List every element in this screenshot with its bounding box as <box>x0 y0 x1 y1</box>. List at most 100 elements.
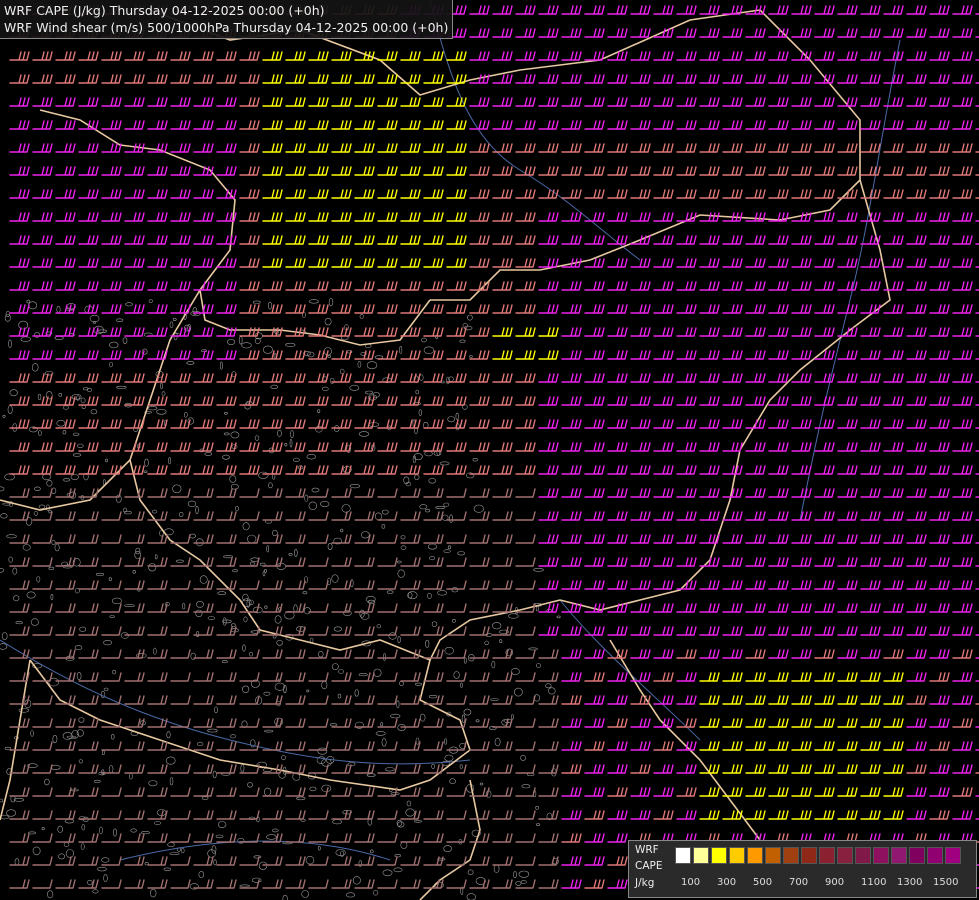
wind-barb <box>101 189 122 199</box>
wind-barb <box>929 465 950 475</box>
wind-barb <box>538 442 559 452</box>
terrain-contour <box>333 626 343 632</box>
terrain-contour <box>78 717 85 723</box>
legend-unit-label: J/kg <box>635 877 655 889</box>
wind-barb <box>630 212 651 222</box>
terrain-contour <box>499 639 503 643</box>
wind-barb <box>906 281 927 291</box>
wind-barb <box>32 350 53 360</box>
wind-barb <box>193 695 214 705</box>
wind-barb <box>814 166 835 176</box>
terrain-contour <box>48 509 52 514</box>
wind-barb <box>561 189 582 199</box>
terrain-contour <box>154 554 158 560</box>
terrain-contour <box>242 685 250 693</box>
terrain-contour <box>113 828 118 837</box>
wind-barb <box>400 603 421 613</box>
wind-barb <box>101 74 122 84</box>
wind-barb <box>699 281 720 291</box>
terrain-contour <box>444 738 448 745</box>
wind-barb <box>446 465 467 475</box>
wind-barb <box>561 51 582 61</box>
wind-barb <box>469 465 490 475</box>
wind-barb <box>607 856 628 866</box>
wind-barb <box>354 281 375 291</box>
wind-barb <box>952 764 973 774</box>
wind-barb <box>607 5 628 15</box>
terrain-contour <box>274 682 285 691</box>
wind-barb <box>538 281 559 291</box>
wind-barb <box>193 51 214 61</box>
wind-barb <box>262 649 283 659</box>
wind-barb <box>676 511 697 521</box>
terrain-contour <box>72 453 82 457</box>
wind-barb <box>515 626 536 636</box>
terrain-contour <box>331 574 339 583</box>
wind-barb <box>170 856 191 866</box>
terrain-contour <box>97 329 108 333</box>
wind-barb <box>262 304 283 314</box>
wind-barb <box>860 28 881 38</box>
terrain-contour <box>213 859 217 866</box>
terrain-contour <box>74 645 83 651</box>
wind-barb <box>584 97 605 107</box>
wind-barb <box>239 488 260 498</box>
legend-tick-label: 100 <box>681 877 701 888</box>
wind-barb <box>354 373 375 383</box>
wind-barb <box>515 488 536 498</box>
wind-barb <box>262 74 283 84</box>
wind-barb <box>653 626 674 636</box>
terrain-contour <box>451 618 456 623</box>
wind-barb <box>446 51 467 61</box>
wind-barb <box>377 327 398 337</box>
wind-barb <box>469 396 490 406</box>
wind-barb <box>32 718 53 728</box>
wind-barb <box>308 603 329 613</box>
wind-barb <box>193 281 214 291</box>
wind-barb <box>722 442 743 452</box>
terrain-contour <box>37 393 42 401</box>
wind-barb <box>216 603 237 613</box>
wind-barb <box>469 419 490 429</box>
wind-barb <box>193 764 214 774</box>
wind-barb <box>538 5 559 15</box>
terrain-contour <box>14 858 20 866</box>
terrain-contour <box>393 867 403 873</box>
wind-barb <box>883 350 904 360</box>
wind-barb <box>676 534 697 544</box>
wind-barb <box>837 626 858 636</box>
wind-barb <box>147 580 168 590</box>
wind-barb <box>492 281 513 291</box>
wind-barb <box>515 787 536 797</box>
wind-barb <box>331 74 352 84</box>
wind-barb <box>331 166 352 176</box>
wind-barb <box>538 488 559 498</box>
wind-barb <box>285 603 306 613</box>
wind-barb <box>331 120 352 130</box>
wind-barb <box>193 97 214 107</box>
wind-barb <box>55 258 76 268</box>
wind-barb <box>124 534 145 544</box>
wind-barb <box>400 488 421 498</box>
terrain-contour <box>332 819 342 825</box>
wind-barb <box>584 488 605 498</box>
wind-barb <box>331 488 352 498</box>
wind-barb <box>653 741 674 751</box>
wind-barb <box>607 120 628 130</box>
wind-barb <box>354 465 375 475</box>
wind-barb <box>239 350 260 360</box>
terrain-contour <box>222 454 230 460</box>
terrain-contour <box>339 368 345 375</box>
wind-barb <box>538 189 559 199</box>
wind-barb <box>262 580 283 590</box>
wind-barb <box>906 557 927 567</box>
wind-barb <box>239 166 260 176</box>
wind-barb <box>216 856 237 866</box>
wind-barb <box>538 787 559 797</box>
wind-barb <box>308 580 329 590</box>
wind-barb <box>653 810 674 820</box>
terrain-contour <box>70 474 79 480</box>
wind-barb <box>78 51 99 61</box>
terrain-contour <box>494 737 501 747</box>
terrain-contour <box>431 621 438 627</box>
